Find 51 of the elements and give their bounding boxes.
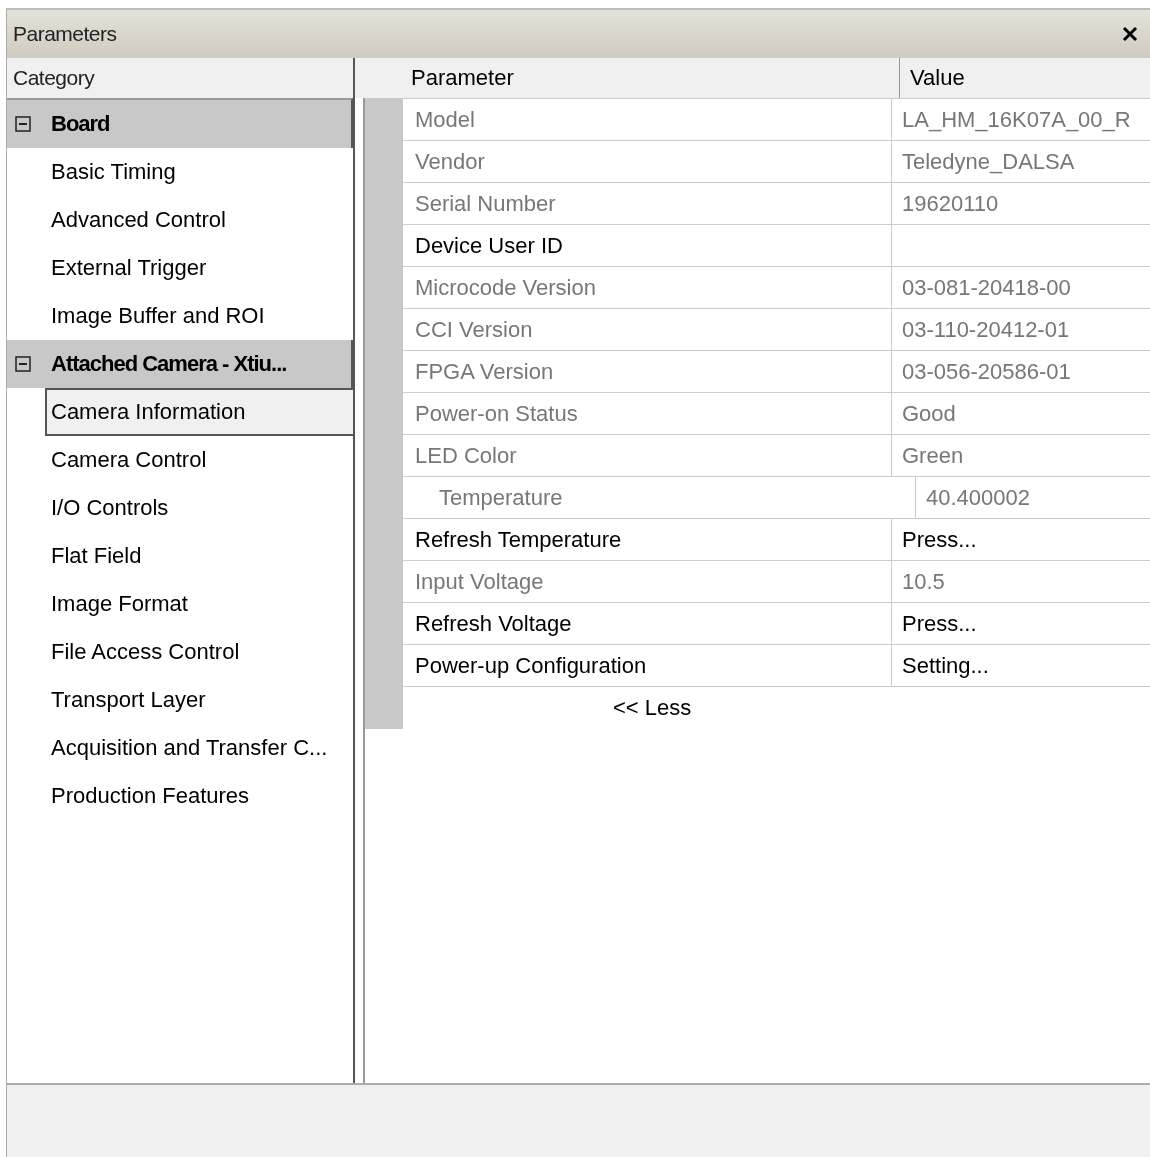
parameter-name: Refresh Temperature bbox=[403, 519, 892, 560]
parameter-name: Temperature bbox=[403, 477, 916, 518]
window-title: Parameters bbox=[13, 22, 117, 46]
collapse-icon[interactable] bbox=[15, 356, 31, 372]
parameter-name: Serial Number bbox=[403, 183, 892, 224]
parameter-name: Device User ID bbox=[403, 225, 892, 266]
category-group[interactable]: Attached Camera - Xtiu... bbox=[7, 340, 353, 388]
parameter-name: Vendor bbox=[403, 141, 892, 182]
category-item[interactable]: Image Format bbox=[7, 580, 353, 628]
close-icon bbox=[1122, 26, 1138, 42]
parameter-value: Green bbox=[902, 442, 964, 469]
parameter-value[interactable]: Press... bbox=[902, 526, 977, 553]
parameter-name: Power-up Configuration bbox=[403, 645, 892, 686]
category-item[interactable]: File Access Control bbox=[7, 628, 353, 676]
category-item[interactable]: Basic Timing bbox=[7, 148, 353, 196]
parameter-name: Input Voltage bbox=[403, 561, 892, 602]
parameter-value: LA_HM_16K07A_00_R bbox=[902, 106, 1131, 133]
category-item[interactable]: Camera Information bbox=[45, 388, 353, 436]
less-button[interactable]: << Less bbox=[613, 693, 692, 723]
category-group[interactable]: Board bbox=[7, 98, 353, 148]
category-item[interactable]: Production Features bbox=[7, 772, 353, 820]
parameter-value: 03-056-20586-01 bbox=[902, 358, 1071, 385]
parameter-name: CCI Version bbox=[403, 309, 892, 350]
category-item[interactable]: Transport Layer bbox=[7, 676, 353, 724]
parameter-name: FPGA Version bbox=[403, 351, 892, 392]
column-header: Value bbox=[909, 64, 966, 92]
category-item[interactable]: Camera Control bbox=[7, 436, 353, 484]
parameter-value: 10.5 bbox=[902, 568, 945, 595]
parameter-value: Teledyne_DALSA bbox=[902, 148, 1075, 175]
category-title: Attached Camera - Xtiu... bbox=[51, 351, 287, 377]
parameter-value[interactable]: Press... bbox=[902, 610, 977, 637]
parameter-name: Model bbox=[403, 99, 892, 140]
collapse-icon[interactable] bbox=[15, 116, 31, 132]
parameter-name: Power-on Status bbox=[403, 393, 892, 434]
category-item[interactable]: Image Buffer and ROI bbox=[7, 292, 353, 340]
parameter-name: LED Color bbox=[403, 435, 892, 476]
parameter-name: Refresh Voltage bbox=[403, 603, 892, 644]
column-header: Category bbox=[7, 58, 353, 98]
parameter-value: 03-081-20418-00 bbox=[902, 274, 1071, 301]
parameter-value: 19620110 bbox=[902, 190, 999, 217]
parameter-value: 03-110-20412-01 bbox=[902, 316, 1070, 343]
parameter-value: 40.400002 bbox=[926, 484, 1030, 511]
parameter-value: Good bbox=[902, 400, 956, 427]
category-item[interactable]: Acquisition and Transfer C... bbox=[7, 724, 353, 772]
category-item[interactable]: I/O Controls bbox=[7, 484, 353, 532]
category-item[interactable]: Flat Field bbox=[7, 532, 353, 580]
parameter-name: Microcode Version bbox=[403, 267, 892, 308]
category-item[interactable]: External Trigger bbox=[7, 244, 353, 292]
category-title: Board bbox=[51, 111, 110, 137]
parameter-value[interactable]: Setting... bbox=[902, 652, 989, 679]
category-item[interactable]: Advanced Control bbox=[7, 196, 353, 244]
